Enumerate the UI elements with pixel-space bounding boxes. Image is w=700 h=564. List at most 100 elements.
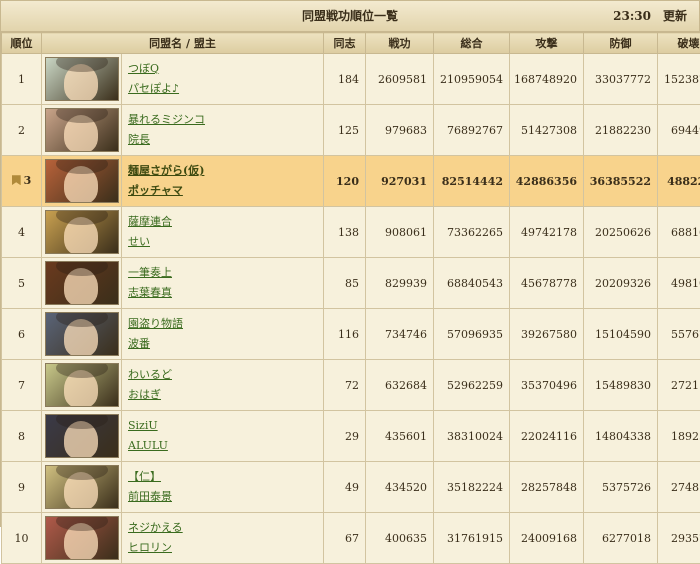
defense-cell: 21882230 [584,105,658,156]
members-cell: 184 [324,54,366,105]
col-attack: 攻撃 [510,33,584,54]
merit-cell: 400635 [366,513,434,564]
rank-cell: 4 [2,207,42,258]
rank-value: 6 [18,328,25,341]
col-rank: 順位 [2,33,42,54]
title-bar: 同盟戦功順位一覧 23:30 更新 [1,1,699,32]
merit-cell: 434520 [366,462,434,513]
avatar [45,363,119,407]
alliance-link[interactable]: SiziU [128,416,323,436]
merit-cell: 927031 [366,156,434,207]
members-cell: 138 [324,207,366,258]
alliance-cell: 【仁】前田泰景 [122,462,324,513]
rank-cell: 7 [2,360,42,411]
leader-link[interactable]: 波番 [128,334,323,354]
rank-cell: 5 [2,258,42,309]
total-cell: 35182224 [434,462,510,513]
members-cell: 72 [324,360,366,411]
merit-cell: 435601 [366,411,434,462]
avatar-cell [42,105,122,156]
alliance-link[interactable]: つぼQ [128,59,323,79]
alliance-link[interactable]: 一筆奏上 [128,263,323,283]
rank-value: 3 [24,174,32,187]
table-row: 8SiziUALULU29435601383100242202411614804… [2,411,700,462]
col-members: 同志 [324,33,366,54]
members-cell: 125 [324,105,366,156]
rank-cell: 9 [2,462,42,513]
rank-value: 5 [18,277,25,290]
alliance-cell: ネジかえるヒロリン [122,513,324,564]
alliance-link[interactable]: 暴れるミジンコ [128,110,323,130]
destroy-cell: 293578 [658,513,700,564]
ranking-table: 順位 同盟名 / 盟主 同志 戦功 総合 攻撃 防御 破壊 1つぼQパセぽよ♪1… [1,32,700,564]
alliance-link[interactable]: 園盗り物語 [128,314,323,334]
avatar [45,465,119,509]
avatar [45,210,119,254]
members-cell: 49 [324,462,366,513]
avatar [45,516,119,560]
page-title: 同盟戦功順位一覧 [1,1,699,31]
attack-cell: 22024116 [510,411,584,462]
alliance-cell: 暴れるミジンコ院長 [122,105,324,156]
leader-link[interactable]: パセぽよ♪ [128,79,323,99]
alliance-link[interactable]: わいるど [128,365,323,385]
destroy-cell: 688160 [658,207,700,258]
table-row: 6園盗り物語波番11673474657096935392675801510459… [2,309,700,360]
leader-link[interactable]: ALULU [128,436,323,456]
merit-cell: 908061 [366,207,434,258]
avatar [45,261,119,305]
alliance-cell: つぼQパセぽよ♪ [122,54,324,105]
alliance-link[interactable]: 薩摩連合 [128,212,323,232]
rank-value: 2 [18,124,25,137]
members-cell: 116 [324,309,366,360]
leader-link[interactable]: おはぎ [128,385,323,405]
avatar-cell [42,54,122,105]
avatar-cell [42,411,122,462]
attack-cell: 168748920 [510,54,584,105]
avatar-cell [42,462,122,513]
leader-link[interactable]: せい [128,232,323,252]
table-row: 7わいるどおはぎ72632684529622593537049615489830… [2,360,700,411]
avatar [45,57,119,101]
col-alliance: 同盟名 / 盟主 [42,33,324,54]
avatar [45,159,119,203]
rank-value: 1 [18,73,25,86]
defense-cell: 20250626 [584,207,658,258]
leader-link[interactable]: 院長 [128,130,323,150]
leader-link[interactable]: 志葉春真 [128,283,323,303]
members-cell: 85 [324,258,366,309]
alliance-cell: わいるどおはぎ [122,360,324,411]
col-total: 総合 [434,33,510,54]
col-defense: 防御 [584,33,658,54]
leader-link[interactable]: ヒロリン [128,538,323,558]
destroy-cell: 694490 [658,105,700,156]
defense-cell: 33037772 [584,54,658,105]
destroy-cell: 1523875 [658,54,700,105]
table-row: 3麺屋さがら(仮)ポッチャマ12092703182514442428863563… [2,156,700,207]
rank-cell: 3 [2,156,42,207]
avatar-cell [42,258,122,309]
rank-wrap: 3 [12,174,32,187]
attack-cell: 42886356 [510,156,584,207]
merit-cell: 829939 [366,258,434,309]
destroy-cell: 488221 [658,156,700,207]
defense-cell: 15104590 [584,309,658,360]
alliance-link[interactable]: ネジかえる [128,518,323,538]
avatar [45,414,119,458]
alliance-cell: 薩摩連合せい [122,207,324,258]
total-cell: 82514442 [434,156,510,207]
members-cell: 120 [324,156,366,207]
destroy-cell: 498108 [658,258,700,309]
avatar-cell [42,513,122,564]
destroy-cell: 557671 [658,309,700,360]
defense-cell: 6277018 [584,513,658,564]
rank-value: 10 [15,532,29,545]
alliance-cell: 園盗り物語波番 [122,309,324,360]
leader-link[interactable]: ポッチャマ [128,181,323,201]
rank-cell: 10 [2,513,42,564]
alliance-link[interactable]: 麺屋さがら(仮) [128,161,323,181]
rank-cell: 8 [2,411,42,462]
alliance-link[interactable]: 【仁】 [128,467,323,487]
destroy-cell: 274814 [658,462,700,513]
leader-link[interactable]: 前田泰景 [128,487,323,507]
